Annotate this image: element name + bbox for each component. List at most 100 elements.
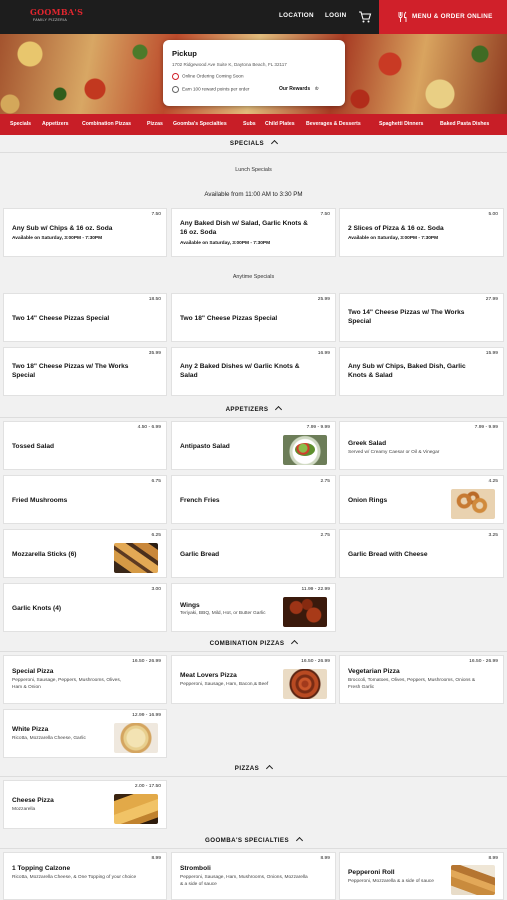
menu-item-card[interactable]: 7.99 - 9.99 Greek Salad Served w/ Creamy… <box>339 421 504 470</box>
item-price: 12.99 - 16.99 <box>132 713 161 718</box>
item-name: Fried Mushrooms <box>12 497 68 504</box>
category-specials[interactable]: Specials <box>10 121 31 127</box>
wings-photo <box>283 597 327 627</box>
item-description: Available on Saturday, 3:00PM - 7:30PM <box>348 236 439 241</box>
menu-item-card[interactable]: 6.25 Mozzarella Sticks (6) <box>3 529 167 578</box>
menu-item-card[interactable]: 35.99 Two 18" Cheese Pizzas w/ The Works… <box>3 347 167 396</box>
menu-item-card[interactable]: 15.99 Any Sub w/ Chips, Baked Dish, Garl… <box>339 347 504 396</box>
pickup-address: 1702 Ridgewood Ave Suite K, Daytona Beac… <box>172 62 287 67</box>
item-name: Onion Rings <box>348 497 388 504</box>
item-name: Any Sub w/ Chips, Baked Dish, Garlic Kno… <box>348 363 466 379</box>
category-appetizers[interactable]: Appetizers <box>42 121 69 127</box>
menu-item-card[interactable]: 2.00 - 17.50 Cheese Pizza Mozzarella <box>3 780 167 829</box>
category-beverages-desserts[interactable]: Beverages & Desserts <box>306 121 361 127</box>
nav-login-link[interactable]: LOGIN <box>325 12 346 19</box>
menu-item-card[interactable]: 12.99 - 16.99 White Pizza Ricotta, Mozza… <box>3 709 167 758</box>
item-price: 6.25 <box>151 533 161 538</box>
our-rewards-link[interactable]: Our Rewards ♔ <box>279 86 319 92</box>
menu-item-card[interactable]: 7.99 - 9.99 Antipasto Salad <box>171 421 336 470</box>
item-description: Teriyaki, BBQ, Mild, Hot, or Butter Garl… <box>180 611 266 616</box>
section-header-combination-pizzas[interactable]: COMBINATION PIZZAS <box>0 639 507 648</box>
menu-item-card[interactable]: 4.50 - 6.99 Tossed Salad <box>3 421 167 470</box>
item-name: Two 14" Cheese Pizzas w/ The Works Speci… <box>348 309 465 325</box>
item-description: Pepperoni, Sausage, Peppers, Mushrooms, … <box>12 678 122 690</box>
item-name: Mozzarella Sticks (6) <box>12 551 77 558</box>
menu-item-card[interactable]: 16.50 - 26.99 Meat Lovers Pizza Pepperon… <box>171 655 336 704</box>
item-name: 2 Slices of Pizza & 16 oz. Soda <box>348 225 444 232</box>
ordering-notice: Online Ordering Coming Soon <box>172 73 244 80</box>
item-name: Two 14" Cheese Pizzas Special <box>12 315 110 322</box>
menu-item-card[interactable]: 8.99 Pepperoni Roll Pepperoni, Mozzarell… <box>339 852 504 900</box>
nav-location-link[interactable]: LOCATION <box>279 12 314 19</box>
item-price: 16.50 - 26.99 <box>469 659 498 664</box>
menu-item-card[interactable]: 7.50 Any Sub w/ Chips & 16 oz. Soda Avai… <box>3 208 167 257</box>
menu-item-card[interactable]: 2.75 Garlic Bread <box>171 529 336 578</box>
item-name: Vegetarian Pizza <box>348 668 400 675</box>
item-price: 7.50 <box>151 212 161 217</box>
item-name: White Pizza <box>12 726 49 733</box>
category-nav: Specials Appetizers Combination Pizzas P… <box>0 114 507 135</box>
item-price: 5.00 <box>488 212 498 217</box>
category-combination-pizzas[interactable]: Combination Pizzas <box>82 121 131 127</box>
section-header-goombas-specialties[interactable]: GOOMBA'S SPECIALTIES <box>0 836 507 845</box>
category-pizzas[interactable]: Pizzas <box>147 121 163 127</box>
category-goombas-specialties[interactable]: Goomba's Specialties <box>173 121 227 127</box>
menu-item-card[interactable]: 7.50 Any Baked Dish w/ Salad, Garlic Kno… <box>171 208 336 257</box>
item-price: 2.00 - 17.50 <box>134 784 161 789</box>
menu-item-card[interactable]: 8.99 Stromboli Pepperoni, Sausage, Ham, … <box>171 852 336 900</box>
category-child-plates[interactable]: Child Plates <box>265 121 295 127</box>
menu-item-card[interactable]: 5.00 2 Slices of Pizza & 16 oz. Soda Ava… <box>339 208 504 257</box>
item-price: 8.99 <box>151 856 161 861</box>
logo[interactable]: GOOMBA'S FAMILY PIZZERIA <box>30 7 83 27</box>
menu-item-card[interactable]: 3.25 Garlic Bread with Cheese <box>339 529 504 578</box>
section-header-appetizers[interactable]: APPETIZERS <box>0 405 507 414</box>
menu-item-card[interactable]: 11.99 - 22.99 Wings Teriyaki, BBQ, Mild,… <box>171 583 336 632</box>
menu-item-card[interactable]: 16.50 - 26.99 Special Pizza Pepperoni, S… <box>3 655 167 704</box>
item-price: 8.99 <box>488 856 498 861</box>
section-title-goombas-specialties: GOOMBA'S SPECIALTIES <box>205 837 289 844</box>
menu-item-card[interactable]: 2.75 French Fries <box>171 475 336 524</box>
category-subs[interactable]: Subs <box>243 121 256 127</box>
menu-item-card[interactable]: 18.50 Two 14" Cheese Pizzas Special <box>3 293 167 342</box>
divider <box>0 417 507 418</box>
menu-item-card[interactable]: 27.99 Two 14" Cheese Pizzas w/ The Works… <box>339 293 504 342</box>
item-name: Garlic Bread <box>180 551 220 558</box>
item-price: 35.99 <box>148 351 161 356</box>
item-price: 4.25 <box>488 479 498 484</box>
menu-item-card[interactable]: 4.25 Onion Rings <box>339 475 504 524</box>
lunch-specials-label: Lunch Specials <box>235 167 272 173</box>
menu-item-card[interactable]: 25.99 Two 18" Cheese Pizzas Special <box>171 293 336 342</box>
chevron-up-icon <box>271 139 279 148</box>
category-baked-pasta-dishes[interactable]: Baked Pasta Dishes <box>440 121 489 127</box>
item-name: Cheese Pizza <box>12 797 54 804</box>
menu-item-card[interactable]: 16.99 Any 2 Baked Dishes w/ Garlic Knots… <box>171 347 336 396</box>
item-description: Broccoli, Tomatoes, Olives, Peppers, Mus… <box>348 678 476 690</box>
divider <box>0 848 507 849</box>
menu-item-card[interactable]: 8.99 1 Topping Calzone Ricotta, Mozzarel… <box>3 852 167 900</box>
item-price: 2.75 <box>320 479 330 484</box>
section-header-specials[interactable]: SPECIALS <box>0 139 507 148</box>
antipasto-salad-photo <box>283 435 327 465</box>
item-description: Ricotta, Mozzarella Cheese, & One Toppin… <box>12 875 137 880</box>
cart-button[interactable] <box>358 10 372 24</box>
item-description: Ricotta, Mozzarella Cheese, Garlic <box>12 736 86 741</box>
divider <box>0 651 507 652</box>
menu-item-card[interactable]: 16.50 - 26.99 Vegetarian Pizza Broccoli,… <box>339 655 504 704</box>
menu-item-card[interactable]: 3.00 Garlic Knots (4) <box>3 583 167 632</box>
item-name: Any Sub w/ Chips & 16 oz. Soda <box>12 225 113 232</box>
pickup-card: Pickup 1702 Ridgewood Ave Suite K, Dayto… <box>163 40 345 106</box>
item-name: Any Baked Dish w/ Salad, Garlic Knots & … <box>180 220 308 236</box>
item-name: Two 18" Cheese Pizzas Special <box>180 315 278 322</box>
item-name: Garlic Bread with Cheese <box>348 551 428 558</box>
section-header-pizzas[interactable]: PIZZAS <box>0 764 507 773</box>
menu-order-online-button[interactable]: MENU & ORDER ONLINE <box>379 0 507 34</box>
item-price: 7.99 - 9.99 <box>306 425 330 430</box>
item-name: 1 Topping Calzone <box>12 865 71 872</box>
cheese-pizza-photo <box>114 794 158 824</box>
divider <box>0 776 507 777</box>
item-price: 27.99 <box>485 297 498 302</box>
category-spaghetti-dinners[interactable]: Spaghetti Dinners <box>379 121 423 127</box>
item-price: 2.75 <box>320 533 330 538</box>
item-price: 16.99 <box>317 351 330 356</box>
menu-item-card[interactable]: 6.75 Fried Mushrooms <box>3 475 167 524</box>
